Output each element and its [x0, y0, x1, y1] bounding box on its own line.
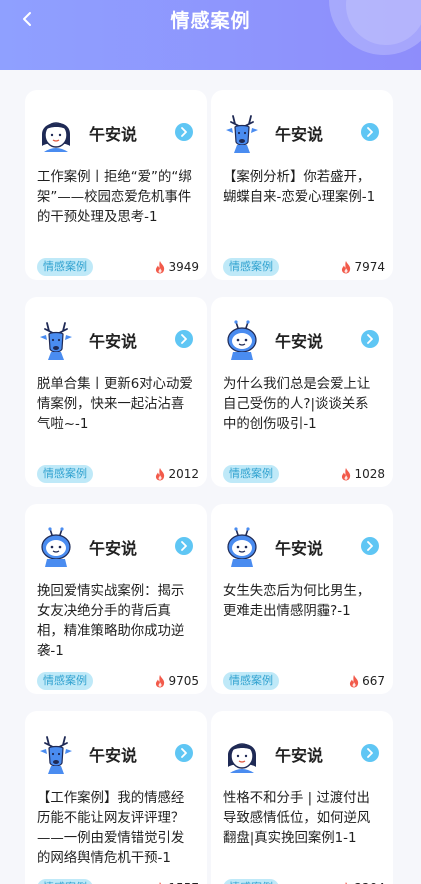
- heat-count: 9705: [154, 672, 199, 690]
- go-button[interactable]: [175, 537, 193, 555]
- robot-avatar: [223, 319, 261, 361]
- chevron-right-icon: [181, 541, 187, 551]
- case-card[interactable]: 午安说 女生失恋后为何比男生，更难走出情感阴霾?-1 情感案例 667: [211, 504, 393, 694]
- card-title: 【工作案例】我的情感经历能不能让网友评评理？——一例由爱情错觉引发的网络舆情危机…: [37, 791, 185, 866]
- author-name: 午安说: [275, 746, 324, 765]
- go-button[interactable]: [175, 330, 193, 348]
- heat-value: 9705: [168, 674, 199, 688]
- top-header: 情感案例: [0, 0, 421, 70]
- chevron-right-icon: [367, 541, 373, 551]
- card-author-row: 午安说: [223, 733, 383, 775]
- chevron-right-icon: [181, 127, 187, 137]
- chevron-right-icon: [181, 334, 187, 344]
- category-tag: 情感案例: [37, 258, 93, 276]
- card-title: 性格不和分手 | 过渡付出导致感情低位，如何逆风翻盘|真实挽回案例1-1: [223, 791, 371, 846]
- case-card[interactable]: 午安说 【案例分析】你若盛开，蝴蝶自来-恋爱心理案例-1 情感案例 7974: [211, 90, 393, 280]
- card-title: 为什么我们总是会爱上让自己受伤的人?|谈谈关系中的创伤吸引-1: [223, 377, 371, 432]
- flame-icon: [156, 675, 165, 688]
- robot-avatar: [37, 526, 75, 568]
- category-tag: 情感案例: [37, 465, 93, 483]
- go-button[interactable]: [361, 744, 379, 762]
- card-author-row: 午安说: [223, 319, 383, 361]
- case-card[interactable]: 午安说 挽回爱情实战案例：揭示女友决绝分手的背后真相，精准策略助你成功逆袭-1 …: [25, 504, 207, 694]
- chevron-right-icon: [367, 334, 373, 344]
- case-card[interactable]: 午安说 【工作案例】我的情感经历能不能让网友评评理？——一例由爱情错觉引发的网络…: [25, 711, 207, 884]
- case-card[interactable]: 午安说 为什么我们总是会爱上让自己受伤的人?|谈谈关系中的创伤吸引-1 情感案例…: [211, 297, 393, 487]
- card-title: 工作案例丨拒绝“爱”的“绑架”——校园恋爱危机事件的干预处理及思考-1: [37, 170, 192, 225]
- go-button[interactable]: [361, 330, 379, 348]
- heat-count: 1028: [340, 465, 385, 483]
- heat-value: 2012: [168, 467, 199, 481]
- flame-icon: [342, 468, 351, 481]
- flame-icon: [156, 468, 165, 481]
- deer-avatar: [37, 733, 75, 775]
- page-title: 情感案例: [170, 10, 251, 32]
- go-button[interactable]: [361, 537, 379, 555]
- chevron-right-icon: [367, 748, 373, 758]
- heat-count: 2204: [340, 879, 385, 884]
- heat-count: 667: [348, 672, 385, 690]
- case-card[interactable]: 午安说 脱单合集丨更新6对心动爱情案例，快来一起沾沾喜气啦~-1 情感案例 20…: [25, 297, 207, 487]
- robot-avatar: [223, 526, 261, 568]
- card-author-row: 午安说: [37, 733, 197, 775]
- card-author-row: 午安说: [37, 319, 197, 361]
- category-tag: 情感案例: [223, 879, 279, 884]
- heat-count: 2012: [154, 465, 199, 483]
- author-name: 午安说: [89, 746, 138, 765]
- card-author-row: 午安说: [223, 112, 383, 154]
- go-button[interactable]: [175, 744, 193, 762]
- case-card[interactable]: 午安说 性格不和分手 | 过渡付出导致感情低位，如何逆风翻盘|真实挽回案例1-1…: [211, 711, 393, 884]
- card-title: 脱单合集丨更新6对心动爱情案例，快来一起沾沾喜气啦~-1: [37, 377, 193, 432]
- card-author-row: 午安说: [37, 526, 197, 568]
- flame-icon: [350, 675, 359, 688]
- author-name: 午安说: [89, 539, 138, 558]
- card-title: 女生失恋后为何比男生，更难走出情感阴霾?-1: [223, 584, 371, 619]
- category-tag: 情感案例: [37, 672, 93, 690]
- category-tag: 情感案例: [223, 465, 279, 483]
- deer-avatar: [37, 319, 75, 361]
- category-tag: 情感案例: [223, 672, 279, 690]
- girl-avatar: [223, 733, 261, 775]
- go-button[interactable]: [175, 123, 193, 141]
- heat-value: 7974: [354, 260, 385, 274]
- heat-count: 1557: [154, 879, 199, 884]
- author-name: 午安说: [275, 125, 324, 144]
- heat-value: 1028: [354, 467, 385, 481]
- card-title: 挽回爱情实战案例：揭示女友决绝分手的背后真相，精准策略助你成功逆袭-1: [37, 584, 185, 659]
- girl-avatar: [37, 112, 75, 154]
- heat-count: 7974: [340, 258, 385, 276]
- author-name: 午安说: [275, 539, 324, 558]
- heat-value: 3949: [168, 260, 199, 274]
- category-tag: 情感案例: [223, 258, 279, 276]
- flame-icon: [156, 261, 165, 274]
- go-button[interactable]: [361, 123, 379, 141]
- deer-avatar: [223, 112, 261, 154]
- chevron-right-icon: [367, 127, 373, 137]
- heat-value: 667: [362, 674, 385, 688]
- category-tag: 情感案例: [37, 879, 93, 884]
- author-name: 午安说: [89, 125, 138, 144]
- card-author-row: 午安说: [223, 526, 383, 568]
- card-title: 【案例分析】你若盛开，蝴蝶自来-恋爱心理案例-1: [223, 170, 376, 205]
- heat-count: 3949: [154, 258, 199, 276]
- chevron-right-icon: [181, 748, 187, 758]
- author-name: 午安说: [89, 332, 138, 351]
- card-author-row: 午安说: [37, 112, 197, 154]
- flame-icon: [342, 261, 351, 274]
- author-name: 午安说: [275, 332, 324, 351]
- case-card[interactable]: 午安说 工作案例丨拒绝“爱”的“绑架”——校园恋爱危机事件的干预处理及思考-1 …: [25, 90, 207, 280]
